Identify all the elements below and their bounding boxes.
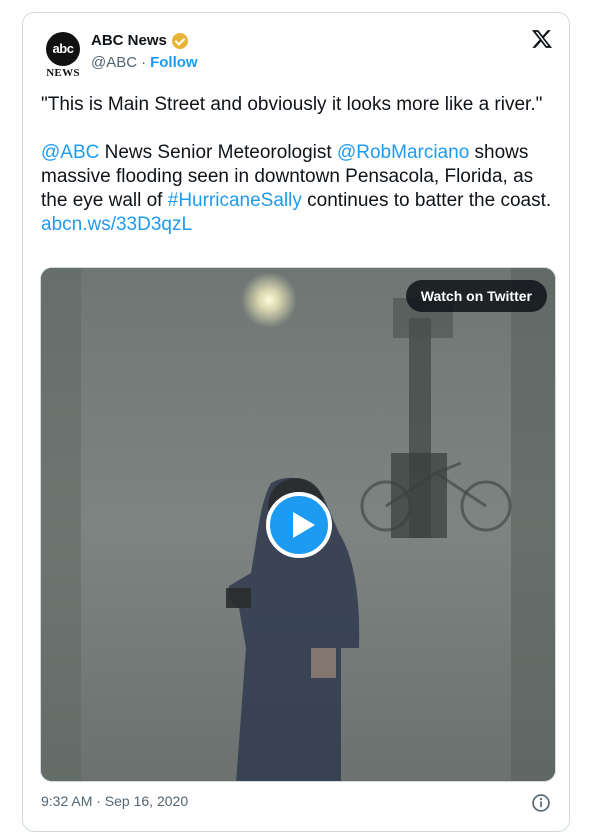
- x-logo-icon[interactable]: [531, 28, 553, 50]
- tweet-text-part-1: News Senior Meteorologist: [99, 142, 337, 163]
- tweet-footer: 9:32 AM · Sep 16, 2020: [41, 793, 555, 813]
- follow-button[interactable]: Follow: [150, 54, 198, 71]
- separator-dot: ·: [141, 54, 147, 71]
- play-icon[interactable]: [266, 492, 332, 558]
- hashtag-hurricanesally-link[interactable]: #HurricaneSally: [168, 190, 302, 211]
- name-row: ABC News: [91, 32, 188, 49]
- display-name[interactable]: ABC News: [91, 32, 167, 49]
- tweet-quote: "This is Main Street and obviously it lo…: [41, 94, 543, 115]
- mention-abc-link[interactable]: @ABC: [41, 142, 99, 163]
- tweet-card[interactable]: abc NEWS ABC News @ABC · Follow "This is…: [22, 12, 570, 832]
- article-link[interactable]: abcn.ws/33D3qzL: [41, 214, 192, 235]
- abc-logo-news-text: NEWS: [46, 67, 80, 79]
- tweet-text: "This is Main Street and obviously it lo…: [41, 93, 555, 261]
- timestamp[interactable]: 9:32 AM · Sep 16, 2020: [41, 793, 188, 809]
- abc-logo: abc: [46, 32, 80, 66]
- video-player[interactable]: Watch on Twitter: [40, 267, 556, 782]
- info-icon[interactable]: [531, 793, 551, 813]
- avatar[interactable]: abc NEWS: [43, 32, 83, 84]
- tweet-text-part-3: continues to batter the coast.: [301, 190, 552, 211]
- verified-badge-icon: [171, 32, 188, 49]
- tweet-header: abc NEWS ABC News @ABC · Follow: [23, 13, 569, 83]
- watch-on-twitter-button[interactable]: Watch on Twitter: [405, 280, 547, 312]
- tweet-body: @ABC News Senior Meteorologist @RobMarci…: [41, 141, 555, 237]
- handle-row: @ABC · Follow: [91, 54, 198, 71]
- user-handle[interactable]: @ABC: [91, 54, 137, 71]
- mention-robmarciano-link[interactable]: @RobMarciano: [337, 142, 469, 163]
